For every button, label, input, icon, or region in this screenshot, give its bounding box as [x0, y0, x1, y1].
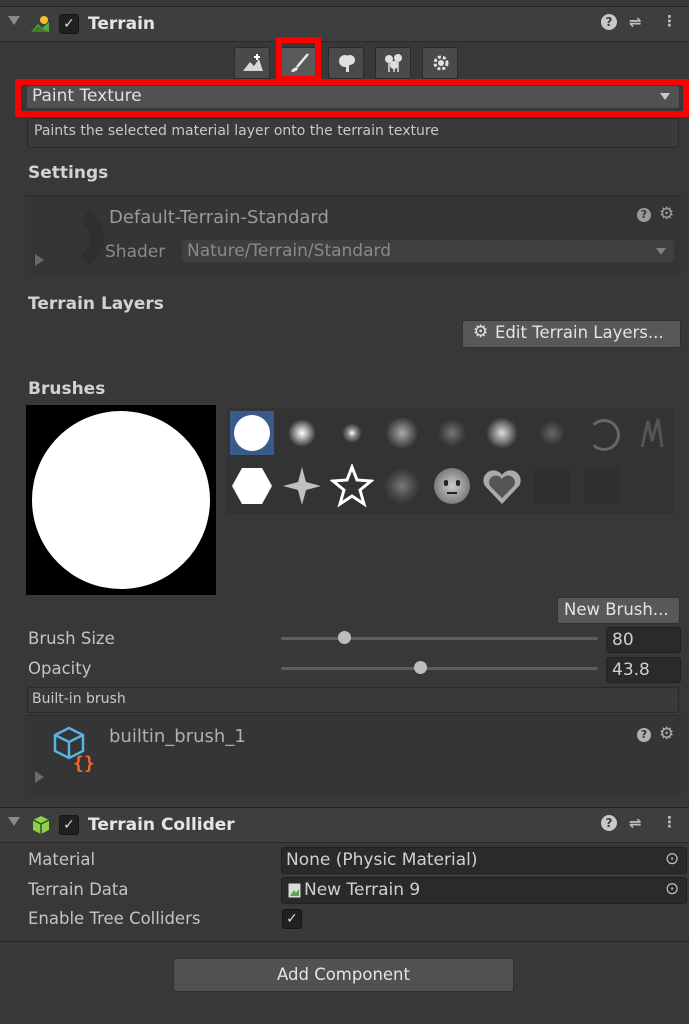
highlight-paint-tab: [276, 37, 321, 82]
brush-empty-b[interactable]: [580, 464, 624, 508]
new-brush-button[interactable]: New Brush...: [557, 597, 680, 624]
brush-size-field[interactable]: 80: [606, 627, 681, 653]
help-box: Paints the selected material layer onto …: [27, 118, 679, 148]
brush-face[interactable]: [430, 464, 474, 508]
edit-terrain-layers-label: Edit Terrain Layers...: [495, 323, 664, 342]
enable-tree-colliders-checkbox[interactable]: ✓: [282, 909, 302, 929]
brush-asset-box: {} builtin_brush_1 ? ⚙: [25, 715, 681, 794]
chevron-down-icon: [656, 248, 666, 255]
terrain-layers-heading: Terrain Layers: [28, 294, 164, 314]
terrain-data-label: Terrain Data: [28, 880, 129, 899]
terrain-enabled-checkbox[interactable]: ✓: [59, 14, 79, 34]
paint-mode-description: Paints the selected material layer onto …: [34, 123, 439, 139]
add-component-label: Add Component: [277, 965, 410, 984]
collider-cube-icon: [32, 816, 50, 834]
gear-icon: [433, 55, 449, 71]
opacity-slider-thumb[interactable]: [413, 661, 427, 674]
object-picker-icon[interactable]: ⊙: [665, 879, 679, 899]
raise-lower-terrain-tab[interactable]: [234, 47, 270, 79]
brush-grass[interactable]: [630, 411, 674, 455]
opacity-value: 43.8: [612, 660, 650, 680]
brush-size-value: 80: [612, 630, 634, 650]
presets-icon[interactable]: ⇌: [629, 13, 642, 31]
opacity-field[interactable]: 43.8: [606, 657, 681, 683]
opacity-label: Opacity: [28, 659, 92, 678]
material-value: None (Physic Material): [286, 850, 478, 870]
brush-small-soft[interactable]: [330, 411, 374, 455]
enable-tree-colliders-label: Enable Tree Colliders: [28, 909, 201, 928]
brush-sparkle[interactable]: [280, 464, 324, 508]
terrain-data-object-field[interactable]: New Terrain 9 ⊙: [281, 877, 687, 904]
material-object-field[interactable]: None (Physic Material) ⊙: [281, 847, 687, 874]
help-icon[interactable]: ?: [601, 815, 617, 831]
more-options-icon[interactable]: ⋮: [662, 813, 677, 831]
terrain-settings-tab[interactable]: [422, 47, 458, 79]
brush-type-label: Built-in brush: [32, 691, 126, 707]
shader-label: Shader: [105, 242, 166, 262]
terrain-icon: [31, 16, 49, 32]
brush-size-slider[interactable]: [281, 637, 598, 640]
highlight-paint-mode: [15, 79, 689, 117]
collider-enabled-checkbox[interactable]: ✓: [59, 815, 79, 835]
tree-icon: [339, 55, 355, 72]
brush-hexagon[interactable]: [230, 464, 274, 508]
terrain-title: Terrain: [88, 14, 156, 34]
brush-debris[interactable]: [380, 464, 424, 508]
brush-heart[interactable]: [480, 464, 524, 508]
brush-empty-a[interactable]: [530, 464, 574, 508]
brush-soft-round[interactable]: [280, 411, 324, 455]
mountain-plus-icon: [243, 54, 263, 71]
new-brush-label: New Brush...: [564, 600, 669, 619]
terrain-collider-title: Terrain Collider: [88, 815, 235, 835]
shader-dropdown[interactable]: Nature/Terrain/Standard: [182, 240, 674, 262]
foldout-arrow-icon[interactable]: [8, 817, 20, 826]
gear-icon: ⚙: [473, 322, 489, 342]
brush-preview: [26, 405, 216, 595]
shader-value: Nature/Terrain/Standard: [187, 241, 391, 261]
brush-preview-circle: [32, 411, 210, 589]
asset-cube-icon: {}: [53, 726, 95, 772]
paint-details-tab[interactable]: [375, 47, 411, 79]
svg-text:{}: {}: [73, 753, 95, 772]
object-picker-icon[interactable]: ⊙: [665, 849, 679, 869]
terrain-data-icon: [288, 883, 301, 898]
brush-grid[interactable]: [227, 408, 675, 514]
brush-size-slider-thumb[interactable]: [338, 631, 352, 644]
expand-arrow-icon[interactable]: [35, 771, 44, 783]
brush-asset-name: builtin_brush_1: [109, 726, 246, 747]
settings-cog-icon[interactable]: ⚙: [659, 724, 674, 744]
help-icon[interactable]: ?: [637, 208, 651, 222]
expand-arrow-icon[interactable]: [35, 254, 44, 266]
brush-type-box: Built-in brush: [27, 687, 679, 713]
brushes-heading: Brushes: [28, 379, 106, 399]
brush-cloud[interactable]: [380, 411, 424, 455]
brush-size-label: Brush Size: [28, 629, 115, 648]
brush-hard-round[interactable]: [230, 411, 274, 455]
material-label: Material: [28, 850, 96, 869]
opacity-slider[interactable]: [281, 667, 598, 670]
presets-icon[interactable]: ⇌: [629, 814, 642, 832]
help-icon[interactable]: ?: [601, 14, 617, 30]
flowers-icon: [385, 54, 402, 72]
terrain-component-header[interactable]: ✓ Terrain ? ⇌ ⋮: [0, 6, 689, 42]
brush-splat-c[interactable]: [530, 411, 574, 455]
brush-splat-a[interactable]: [430, 411, 474, 455]
paint-trees-tab[interactable]: [328, 47, 364, 79]
brush-splat-b[interactable]: [480, 411, 524, 455]
divider: [0, 941, 689, 942]
foldout-arrow-icon[interactable]: [8, 16, 20, 25]
add-component-button[interactable]: Add Component: [173, 958, 514, 992]
settings-heading: Settings: [28, 163, 109, 183]
settings-cog-icon[interactable]: ⚙: [659, 204, 674, 224]
brush-star[interactable]: [329, 462, 375, 508]
more-options-icon[interactable]: ⋮: [662, 12, 677, 30]
brush-swirl[interactable]: [580, 411, 624, 455]
material-name: Default-Terrain-Standard: [109, 207, 329, 228]
help-icon[interactable]: ?: [637, 728, 651, 742]
terrain-collider-header[interactable]: ✓ Terrain Collider ? ⇌ ⋮: [0, 807, 689, 843]
edit-terrain-layers-button[interactable]: ⚙ Edit Terrain Layers...: [462, 320, 681, 348]
terrain-data-value: New Terrain 9: [304, 880, 421, 900]
material-inspector-box: Default-Terrain-Standard ? ⚙ Shader Natu…: [25, 195, 681, 278]
